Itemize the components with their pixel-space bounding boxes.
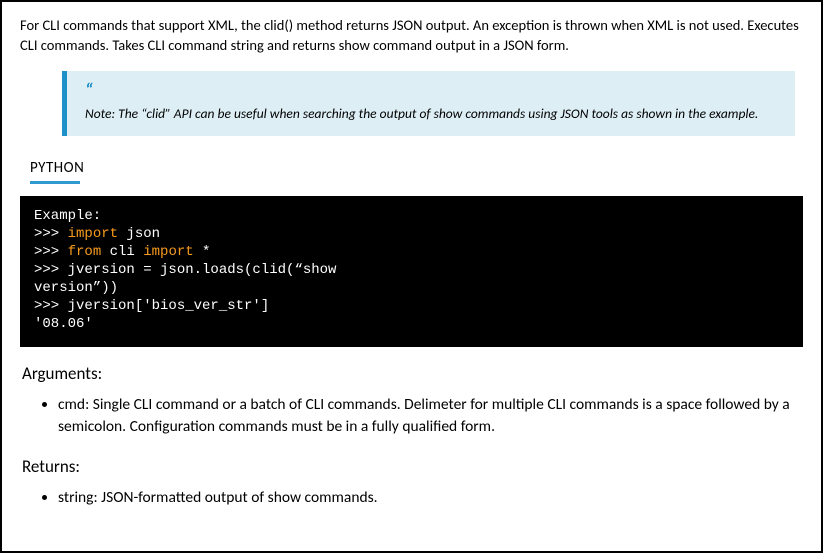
code-line-5: version”)) (34, 280, 789, 298)
code-example: Example: >>> import json >>> from cli im… (20, 196, 803, 347)
note-text: Note: The “clid” API can be useful when … (85, 105, 783, 122)
language-label: PYTHON (30, 159, 84, 181)
code-line-6: >>> jversion['bios_ver_str'] (34, 298, 789, 316)
language-underline (30, 181, 80, 184)
code-module: cli (101, 244, 143, 260)
returns-heading: Returns: (22, 456, 803, 477)
arguments-heading: Arguments: (22, 363, 803, 384)
code-line-2: >>> import json (34, 226, 789, 244)
returns-list: string: JSON-formatted output of show co… (48, 487, 803, 509)
code-line-1: Example: (34, 208, 789, 226)
note-quote-mark: “ (85, 79, 783, 101)
code-module: json (118, 226, 160, 242)
arguments-list: cmd: Single CLI command or a batch of CL… (48, 394, 803, 437)
intro-paragraph: For CLI commands that support XML, the c… (20, 16, 803, 55)
code-line-7: '08.06' (34, 316, 789, 334)
code-prompt: >>> (34, 244, 68, 260)
code-line-4: >>> jversion = json.loads(clid(“show (34, 262, 789, 280)
arguments-item: cmd: Single CLI command or a batch of CL… (58, 394, 803, 437)
code-keyword-import: import (68, 226, 118, 242)
code-prompt: >>> (34, 226, 68, 242)
returns-item: string: JSON-formatted output of show co… (58, 487, 803, 509)
note-callout: “ Note: The “clid” API can be useful whe… (62, 71, 795, 136)
code-star: * (194, 244, 211, 260)
code-keyword-import: import (143, 244, 193, 260)
code-line-3: >>> from cli import * (34, 244, 789, 262)
code-keyword-from: from (68, 244, 102, 260)
